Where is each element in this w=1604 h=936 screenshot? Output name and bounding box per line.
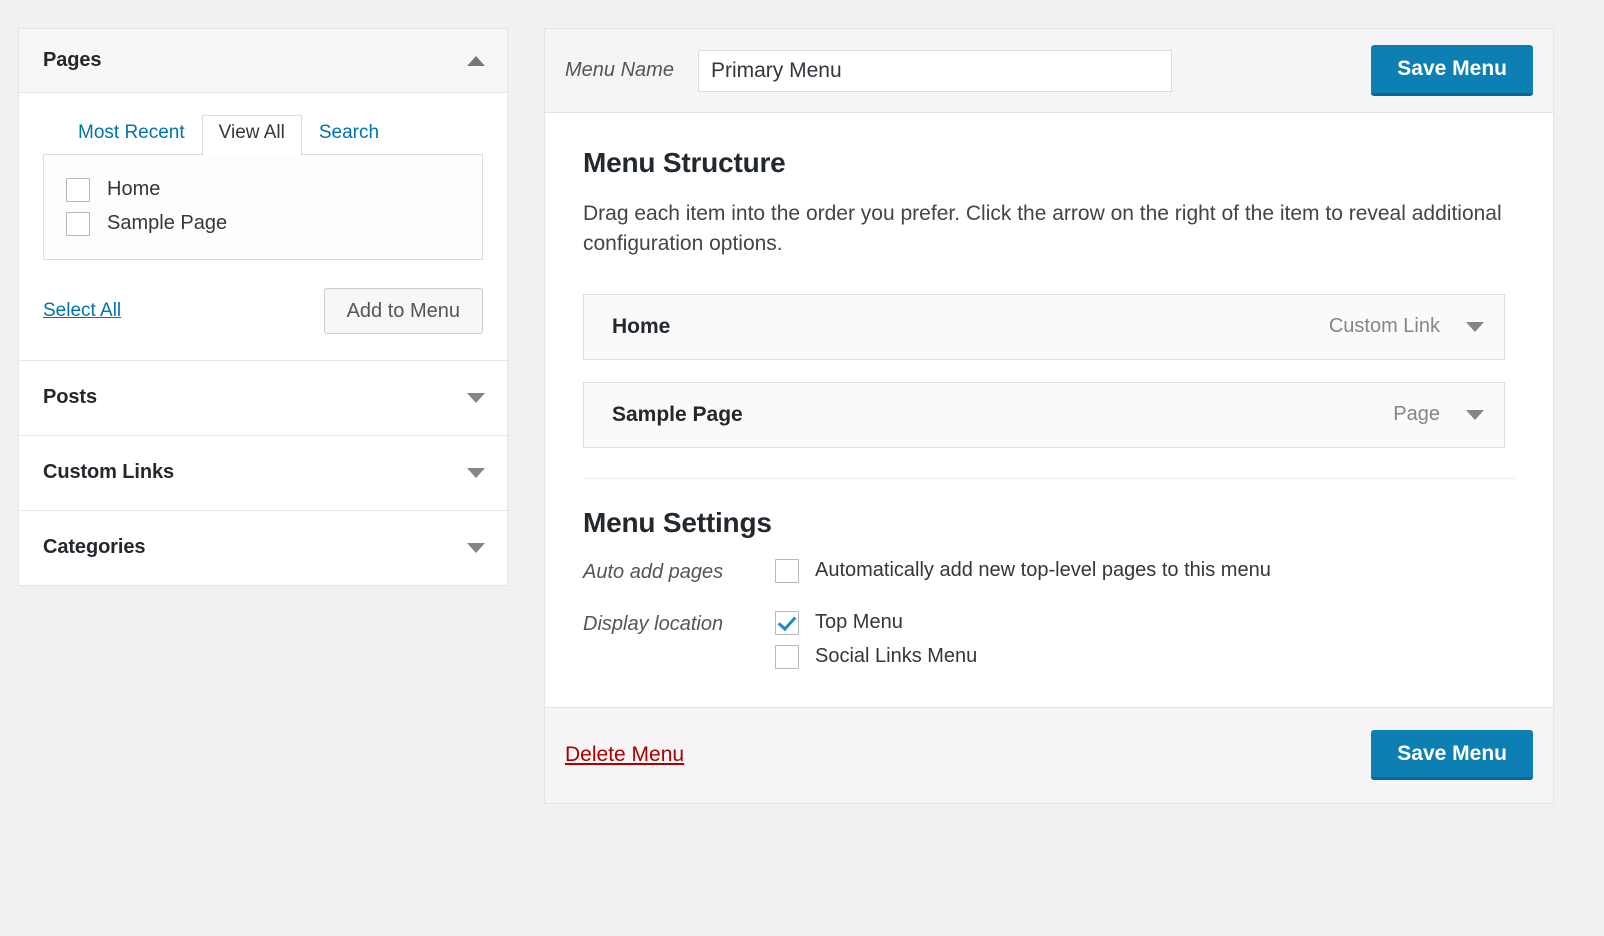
save-menu-button-top[interactable]: Save Menu: [1371, 45, 1533, 96]
checkbox-home[interactable]: [66, 177, 90, 202]
accordion-panel-pages: Pages Most Recent View All Search Home S…: [18, 28, 508, 360]
accordion-panel-custom-links: Custom Links: [18, 434, 508, 510]
menu-editor-footer: Delete Menu Save Menu: [545, 706, 1553, 803]
tab-most-recent[interactable]: Most Recent: [61, 115, 202, 154]
menu-name-bar: Menu Name Save Menu: [545, 29, 1553, 113]
add-menu-items-column: Pages Most Recent View All Search Home S…: [18, 28, 508, 586]
tab-search[interactable]: Search: [302, 115, 396, 154]
checkbox-sample-page[interactable]: [66, 211, 90, 236]
auto-add-pages-row: Auto add pages Automatically add new top…: [583, 558, 1515, 593]
menu-settings-heading: Menu Settings: [583, 506, 772, 538]
wordpress-menus-screen: Pages Most Recent View All Search Home S…: [0, 0, 1604, 936]
panel-header-categories[interactable]: Categories: [19, 510, 507, 585]
list-item-label: Home: [107, 178, 161, 201]
panel-title-posts: Posts: [43, 386, 97, 409]
menu-item-title: Sample Page: [612, 402, 743, 426]
display-location-row: Display location Top Menu Social Links M…: [583, 610, 1515, 679]
panel-header-custom-links[interactable]: Custom Links: [19, 435, 507, 510]
display-location-option-label: Top Menu: [815, 611, 903, 634]
menu-name-input[interactable]: [697, 49, 1172, 92]
display-location-label: Display location: [583, 612, 724, 635]
triangle-down-icon[interactable]: [467, 467, 485, 478]
menu-structure-heading: Menu Structure: [583, 147, 786, 178]
menu-item-list: Home Custom Link Sample Page Page: [583, 293, 1515, 448]
menu-editor-body: Menu Structure Drag each item into the o…: [545, 113, 1553, 679]
display-location-options: Top Menu Social Links Menu: [775, 610, 978, 679]
auto-add-pages-option-label: Automatically add new top-level pages to…: [815, 559, 1271, 582]
section-divider: [583, 477, 1515, 479]
triangle-up-icon[interactable]: [467, 55, 485, 66]
tab-view-all[interactable]: View All: [201, 115, 302, 155]
menu-editor-panel: Menu Name Save Menu Menu Structure Drag …: [544, 28, 1554, 804]
triangle-down-icon[interactable]: [1466, 409, 1484, 420]
panel-body-pages: Most Recent View All Search Home Sample …: [19, 93, 507, 360]
panel-title-pages: Pages: [43, 49, 102, 71]
auto-add-pages-option[interactable]: Automatically add new top-level pages to…: [775, 558, 1271, 583]
add-to-menu-button[interactable]: Add to Menu: [323, 287, 483, 334]
accordion-panel-posts: Posts: [18, 359, 508, 435]
save-menu-button-bottom[interactable]: Save Menu: [1371, 730, 1533, 781]
menu-item-type: Page: [1393, 403, 1440, 426]
list-item[interactable]: Sample Page: [44, 207, 482, 241]
display-location-option-top-menu[interactable]: Top Menu: [775, 610, 977, 635]
delete-menu-link[interactable]: Delete Menu: [565, 743, 684, 767]
menu-structure-description: Drag each item into the order you prefer…: [583, 202, 1502, 256]
menu-item-type: Custom Link: [1328, 315, 1440, 338]
menu-item-title: Home: [612, 314, 671, 338]
pages-tab-list: Most Recent View All Search: [43, 115, 483, 155]
pages-panel-actions: Select All Add to Menu: [43, 287, 483, 334]
display-location-option-label: Social Links Menu: [815, 645, 978, 668]
panel-header-pages[interactable]: Pages: [19, 29, 507, 93]
display-location-option-social-links-menu[interactable]: Social Links Menu: [775, 644, 978, 669]
triangle-down-icon[interactable]: [1466, 321, 1484, 332]
list-item[interactable]: Home: [44, 173, 482, 207]
triangle-down-icon[interactable]: [467, 392, 485, 403]
select-all-link[interactable]: Select All: [43, 300, 121, 322]
menu-name-label: Menu Name: [565, 59, 674, 81]
menu-item-sample-page[interactable]: Sample Page Page: [583, 381, 1505, 448]
menu-item-home[interactable]: Home Custom Link: [583, 293, 1505, 360]
triangle-down-icon[interactable]: [467, 542, 485, 553]
auto-add-pages-label: Auto add pages: [583, 560, 724, 583]
list-item-label: Sample Page: [107, 212, 228, 235]
pages-checkbox-list: Home Sample Page: [43, 153, 483, 260]
accordion-panel-categories: Categories: [18, 509, 508, 586]
panel-title-custom-links: Custom Links: [43, 461, 175, 484]
panel-header-posts[interactable]: Posts: [19, 360, 507, 435]
checkbox-auto-add-pages[interactable]: [775, 558, 799, 583]
checkbox-top-menu[interactable]: [775, 610, 799, 635]
panel-title-categories: Categories: [43, 536, 146, 559]
checkbox-social-links-menu[interactable]: [775, 644, 799, 669]
auto-add-pages-options: Automatically add new top-level pages to…: [775, 558, 1271, 593]
